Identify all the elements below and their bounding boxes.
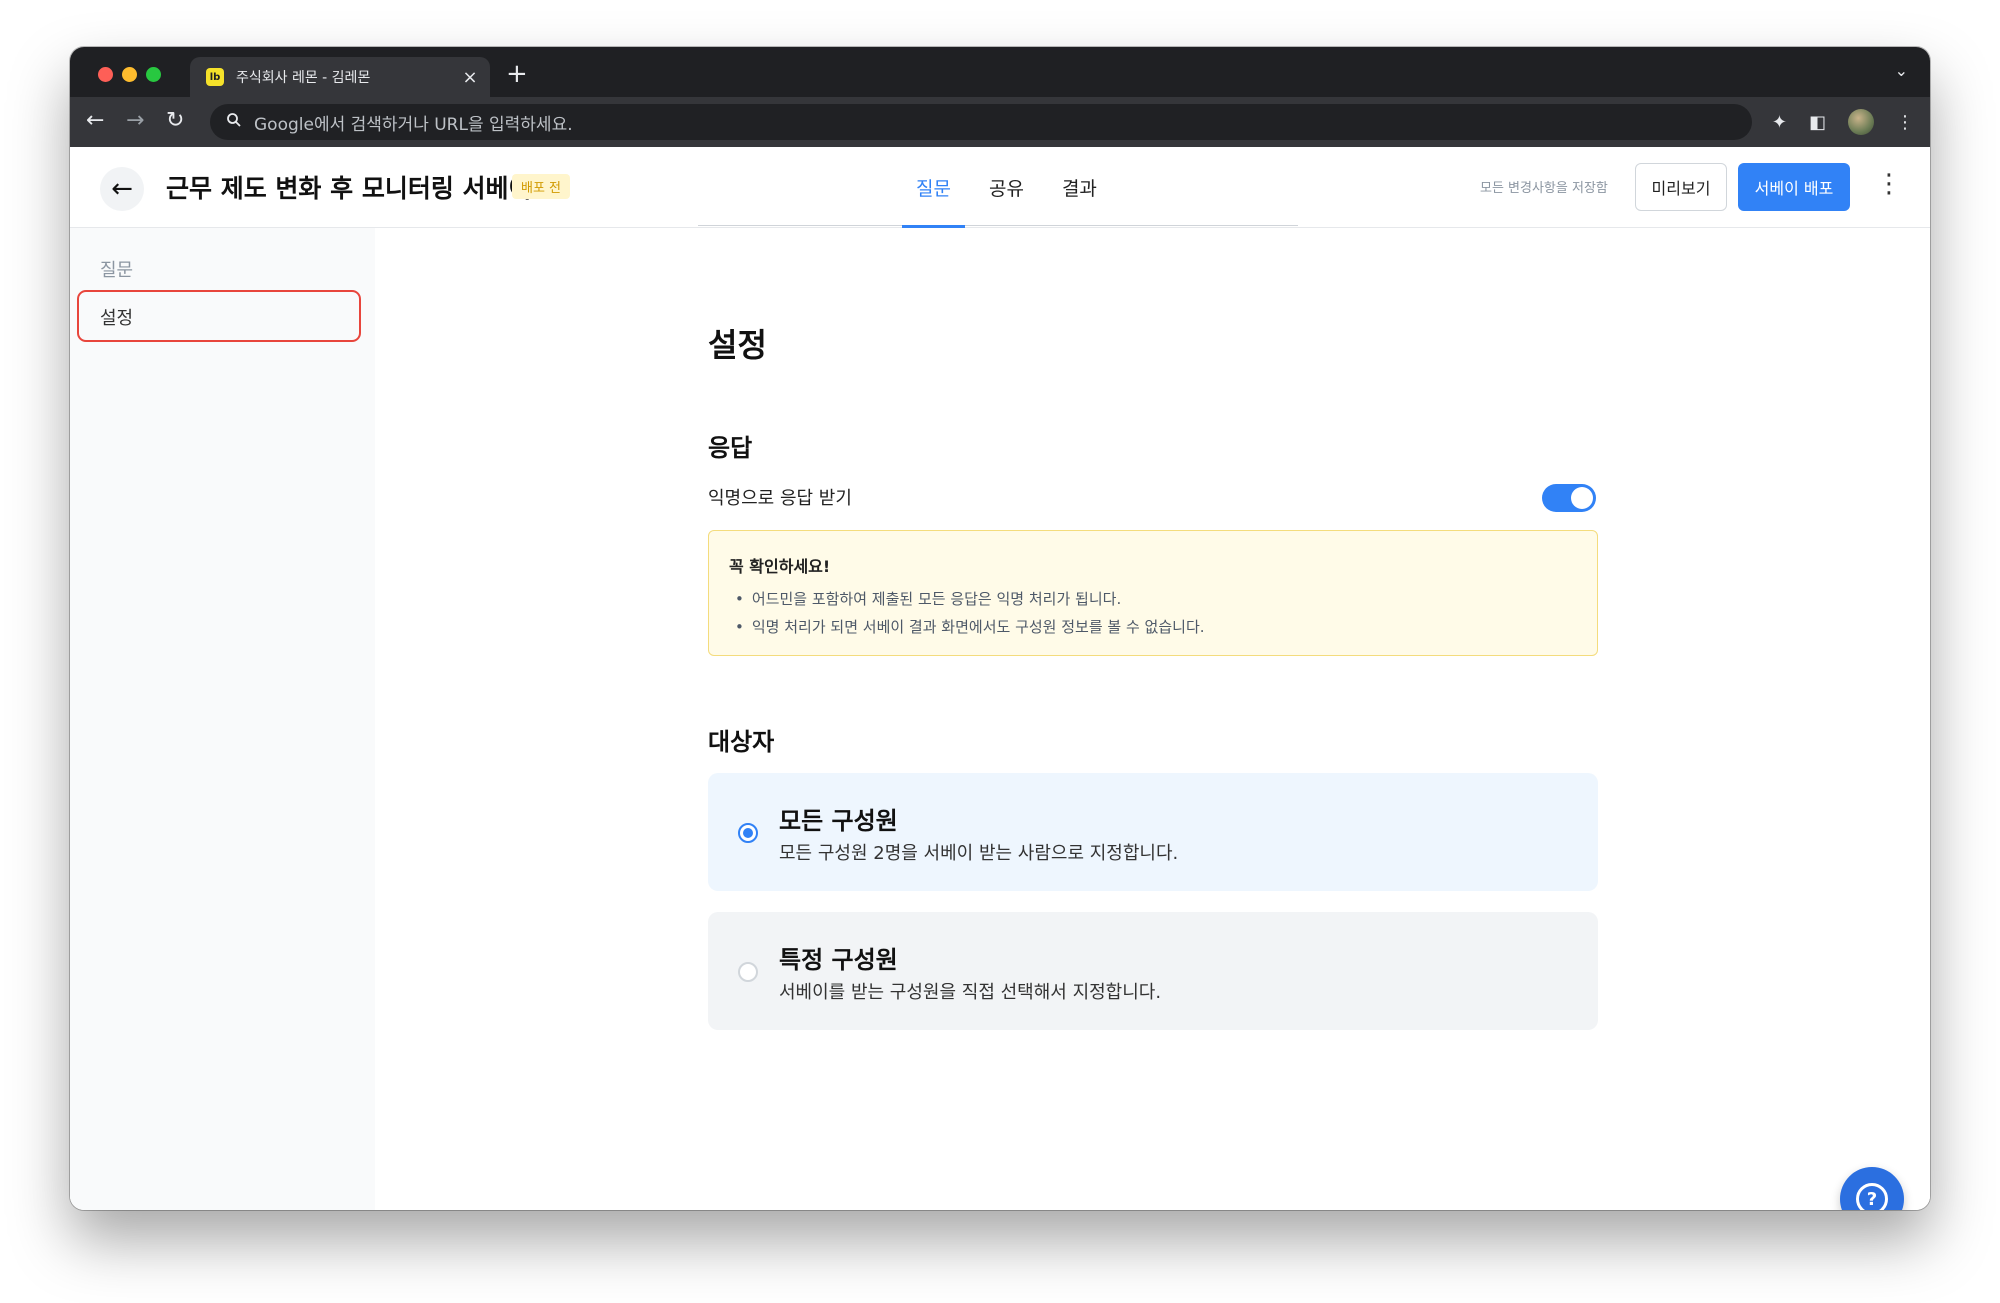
forward-arrow-icon[interactable]: → [126, 107, 144, 135]
tab-title: 주식회사 레몬 - 김레몬 [236, 70, 371, 86]
address-placeholder: Google에서 검색하거나 URL을 입력하세요. [254, 114, 573, 135]
save-status-text: 모든 변경사항을 저장함 [1480, 181, 1608, 196]
more-options-icon[interactable]: ⋮ [1876, 169, 1902, 199]
profile-avatar[interactable] [1848, 109, 1874, 135]
side-panel-icon[interactable]: ◧ [1809, 112, 1826, 133]
anonymous-notice: 꼭 확인하세요! 어드민을 포함하여 제출된 모든 응답은 익명 처리가 됩니다… [708, 530, 1598, 656]
header-tabs: 질문 공유 결과 [902, 147, 1103, 228]
browser-menu-icon[interactable]: ⋮ [1896, 112, 1914, 133]
page-title: 근무 제도 변화 후 모니터링 서베이 [166, 174, 532, 203]
deploy-survey-button[interactable]: 서베이 배포 [1738, 163, 1850, 211]
status-badge: 배포 전 [512, 174, 571, 199]
sidebar-item-settings[interactable]: 설정 [100, 304, 133, 330]
app-header: ← 근무 제도 변화 후 모니터링 서베이 배포 전 질문 공유 결과 모든 변… [70, 147, 1930, 228]
tab-share[interactable]: 공유 [983, 147, 1030, 227]
browser-toolbar: ← → ↻ Google에서 검색하거나 URL을 입력하세요. ✦ ◧ ⋮ [70, 97, 1930, 147]
favicon-icon: lb [206, 68, 224, 86]
new-tab-icon[interactable]: + [506, 61, 528, 87]
app-content: ← 근무 제도 변화 후 모니터링 서베이 배포 전 질문 공유 결과 모든 변… [70, 147, 1930, 1210]
notice-item: 익명 처리가 되면 서베이 결과 화면에서도 구성원 정보를 볼 수 없습니다. [729, 613, 1577, 641]
tab-questions[interactable]: 질문 [902, 147, 965, 228]
notice-item: 어드민을 포함하여 제출된 모든 응답은 익명 처리가 됩니다. [729, 585, 1577, 613]
settings-title: 설정 [708, 326, 767, 364]
help-question-icon: ? [1856, 1183, 1888, 1210]
toggle-knob [1571, 487, 1593, 509]
minimize-window-button[interactable] [122, 67, 137, 82]
tab-close-icon[interactable]: × [458, 67, 482, 88]
search-icon [226, 112, 242, 132]
response-heading: 응답 [708, 434, 753, 462]
option-description: 모든 구성원 2명을 서베이 받는 사람으로 지정합니다. [779, 843, 1179, 864]
target-option-all-members[interactable]: 모든 구성원 모든 구성원 2명을 서베이 받는 사람으로 지정합니다. [708, 773, 1598, 891]
option-description: 서베이를 받는 구성원을 직접 선택해서 지정합니다. [779, 982, 1162, 1003]
anonymous-label: 익명으로 응답 받기 [708, 488, 852, 509]
sidebar: 질문 설정 [70, 228, 375, 1210]
close-window-button[interactable] [98, 67, 113, 82]
extensions-puzzle-icon[interactable]: ✦ [1772, 112, 1787, 133]
anonymous-toggle[interactable] [1542, 484, 1596, 512]
browser-tab[interactable]: lb 주식회사 레몬 - 김레몬 × [190, 57, 490, 97]
chevron-down-icon[interactable]: ⌄ [1895, 61, 1908, 80]
settings-panel: 설정 응답 익명으로 응답 받기 꼭 확인하세요! 어드민을 포함하여 제출된 … [375, 228, 1930, 1210]
option-title: 모든 구성원 [779, 807, 898, 835]
browser-tabbar: lb 주식회사 레몬 - 김레몬 × + ⌄ [70, 47, 1930, 97]
tab-results[interactable]: 결과 [1056, 147, 1103, 227]
reload-icon[interactable]: ↻ [166, 107, 184, 135]
preview-button[interactable]: 미리보기 [1635, 163, 1727, 211]
back-arrow-icon[interactable]: ← [100, 167, 144, 211]
maximize-window-button[interactable] [146, 67, 161, 82]
target-heading: 대상자 [708, 728, 775, 756]
notice-title: 꼭 확인하세요! [729, 557, 831, 576]
option-title: 특정 구성원 [779, 946, 898, 974]
radio-specific-members[interactable] [738, 962, 758, 982]
radio-all-members[interactable] [738, 823, 758, 843]
sidebar-item-questions[interactable]: 질문 [100, 256, 133, 282]
back-arrow-icon[interactable]: ← [86, 107, 104, 135]
address-bar[interactable]: Google에서 검색하거나 URL을 입력하세요. [210, 104, 1752, 140]
browser-window: lb 주식회사 레몬 - 김레몬 × + ⌄ ← → ↻ Google에서 검색… [70, 47, 1930, 1210]
target-option-specific-members[interactable]: 특정 구성원 서베이를 받는 구성원을 직접 선택해서 지정합니다. [708, 912, 1598, 1030]
